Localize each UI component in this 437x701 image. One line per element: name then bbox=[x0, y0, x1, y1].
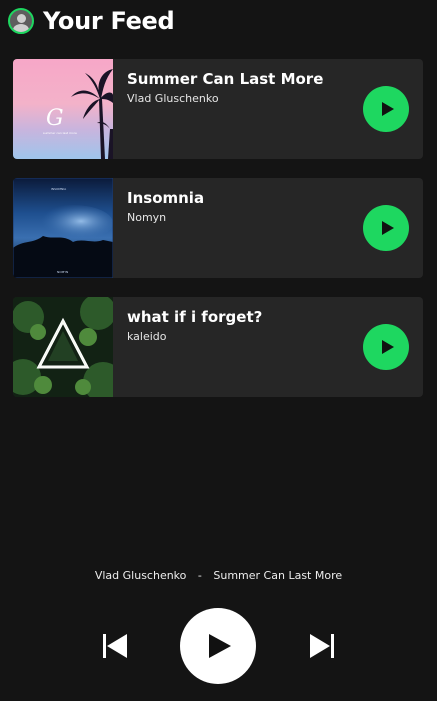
track-title: Insomnia bbox=[127, 189, 205, 207]
next-button[interactable] bbox=[308, 632, 336, 660]
svg-text:NOMYN: NOMYN bbox=[57, 270, 68, 274]
track-artist: Nomyn bbox=[127, 211, 167, 224]
now-playing-artist: Vlad Gluschenko bbox=[94, 569, 187, 582]
play-button[interactable] bbox=[363, 205, 409, 251]
play-button[interactable] bbox=[363, 86, 409, 132]
album-cover bbox=[13, 297, 113, 397]
previous-button[interactable] bbox=[101, 632, 129, 660]
play-icon bbox=[381, 340, 394, 354]
play-icon bbox=[381, 221, 394, 235]
track-artist: kaleido bbox=[127, 330, 167, 343]
play-button[interactable] bbox=[363, 324, 409, 370]
track-title: Summer Can Last More bbox=[127, 70, 324, 88]
user-avatar-icon[interactable] bbox=[8, 8, 34, 34]
skip-previous-icon bbox=[103, 634, 127, 658]
player-controls bbox=[0, 608, 437, 684]
track-title: what if i forget? bbox=[127, 308, 263, 326]
play-icon bbox=[209, 634, 231, 658]
feed-list: G summer can last more Summer Can Last M… bbox=[13, 59, 423, 416]
skip-next-icon bbox=[310, 634, 334, 658]
feed-card[interactable]: G summer can last more Summer Can Last M… bbox=[13, 59, 423, 159]
album-cover: INSOMNIA NOMYN bbox=[13, 178, 113, 278]
now-playing-title: Summer Can Last More bbox=[213, 569, 343, 582]
svg-text:INSOMNIA: INSOMNIA bbox=[51, 187, 67, 191]
main-play-button[interactable] bbox=[180, 608, 256, 684]
feed-card[interactable]: what if i forget? kaleido bbox=[13, 297, 423, 397]
header: Your Feed bbox=[8, 6, 175, 36]
svg-text:G: G bbox=[46, 106, 64, 131]
play-icon bbox=[381, 102, 394, 116]
now-playing-info: Vlad Gluschenko - Summer Can Last More bbox=[0, 569, 437, 582]
page-title: Your Feed bbox=[43, 7, 175, 35]
feed-card[interactable]: INSOMNIA NOMYN Insomnia Nomyn bbox=[13, 178, 423, 278]
album-cover: G summer can last more bbox=[13, 59, 113, 159]
now-playing-separator: - bbox=[197, 569, 202, 582]
track-artist: Vlad Gluschenko bbox=[127, 92, 219, 105]
svg-text:summer can last more: summer can last more bbox=[43, 131, 77, 135]
